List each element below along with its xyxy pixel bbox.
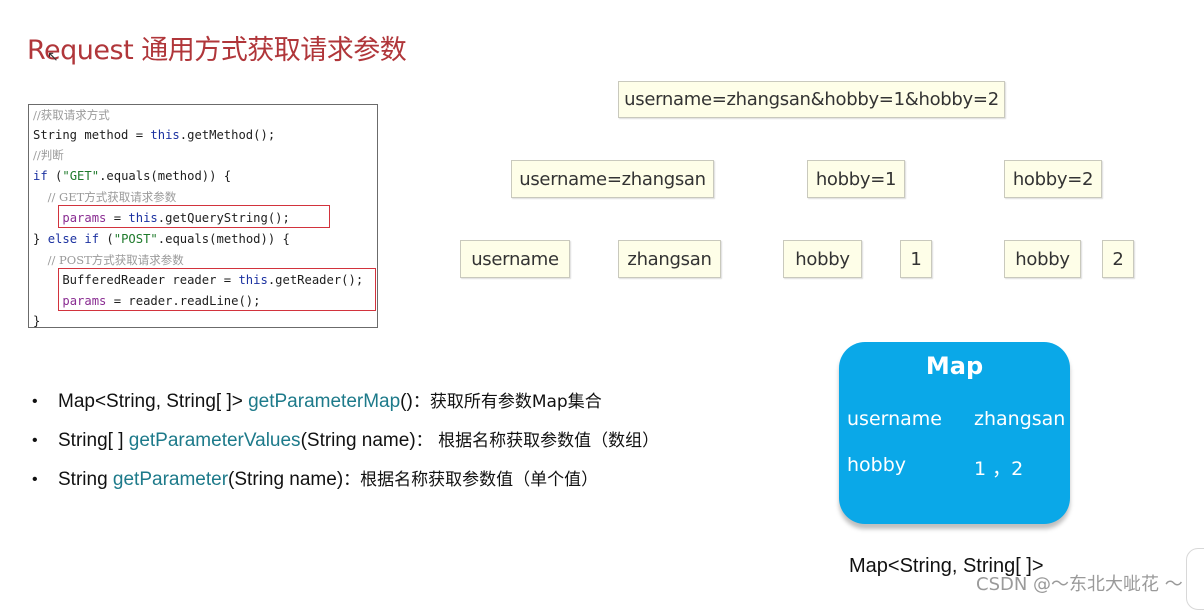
get-params-highlight	[58, 205, 330, 228]
part-box-zhangsan: zhangsan	[618, 240, 721, 278]
mouse-cursor-icon: ↖	[47, 48, 59, 64]
code-line: // POST方式获取请求参数	[33, 253, 184, 267]
code-line: //判断	[33, 148, 64, 162]
method-description: ：根据名称获取参数值（单个值）	[343, 470, 599, 490]
map-value-hobby: 1 ，2	[974, 458, 1024, 480]
code-line: }	[33, 314, 41, 328]
part-box-username: username	[460, 240, 570, 278]
watermark: CSDN @～东北大呲花 ～	[976, 574, 1183, 595]
pair-box-hobby-2: hobby=2	[1004, 160, 1102, 198]
query-string-box: username=zhangsan&hobby=1&hobby=2	[618, 81, 1005, 118]
code-line: // GET方式获取请求参数	[33, 190, 177, 204]
code-line: String method = this.getMethod();	[33, 128, 276, 142]
method-name: getParameterValues	[128, 430, 301, 451]
method-name: getParameterMap	[248, 391, 401, 412]
bullet-icon: •	[32, 393, 38, 410]
part-box-value-2: 2	[1102, 240, 1134, 278]
code-line: } else if ("POST".equals(method)) {	[33, 232, 290, 246]
part-box-hobby-a: hobby	[783, 240, 862, 278]
bullet-icon: •	[32, 471, 38, 488]
method-signature: ()	[400, 391, 413, 412]
method-description: ：获取所有参数Map集合	[412, 392, 602, 412]
post-params-highlight	[58, 268, 376, 311]
slide-title: Request 通用方式获取请求参数	[27, 35, 407, 66]
method-signature: (String name)	[228, 469, 344, 490]
method-signature: (String name)	[300, 430, 416, 451]
return-type: String	[58, 469, 113, 490]
map-key-username: username	[847, 408, 942, 430]
method-name: getParameter	[112, 469, 229, 490]
part-box-hobby-b: hobby	[1004, 240, 1081, 278]
code-block: //获取请求方式 String method = this.getMethod()…	[28, 104, 378, 328]
part-box-value-1: 1	[900, 240, 932, 278]
code-line: if ("GET".equals(method)) {	[33, 169, 232, 183]
map-value-username: zhangsan	[974, 408, 1066, 430]
code-line: //获取请求方式	[33, 108, 110, 122]
pair-box-username: username=zhangsan	[511, 160, 714, 198]
map-key-hobby: hobby	[847, 454, 907, 476]
method-description: ： 根据名称获取参数值（数组）	[415, 431, 660, 451]
map-card: Map username zhangsan hobby 1 ，2	[839, 342, 1070, 524]
pair-box-hobby-1: hobby=1	[807, 160, 905, 198]
return-type: String[ ]	[58, 430, 129, 451]
bullet-icon: •	[32, 432, 38, 449]
return-type: Map<String, String[ ]>	[58, 391, 249, 412]
map-title: Map	[925, 352, 984, 380]
